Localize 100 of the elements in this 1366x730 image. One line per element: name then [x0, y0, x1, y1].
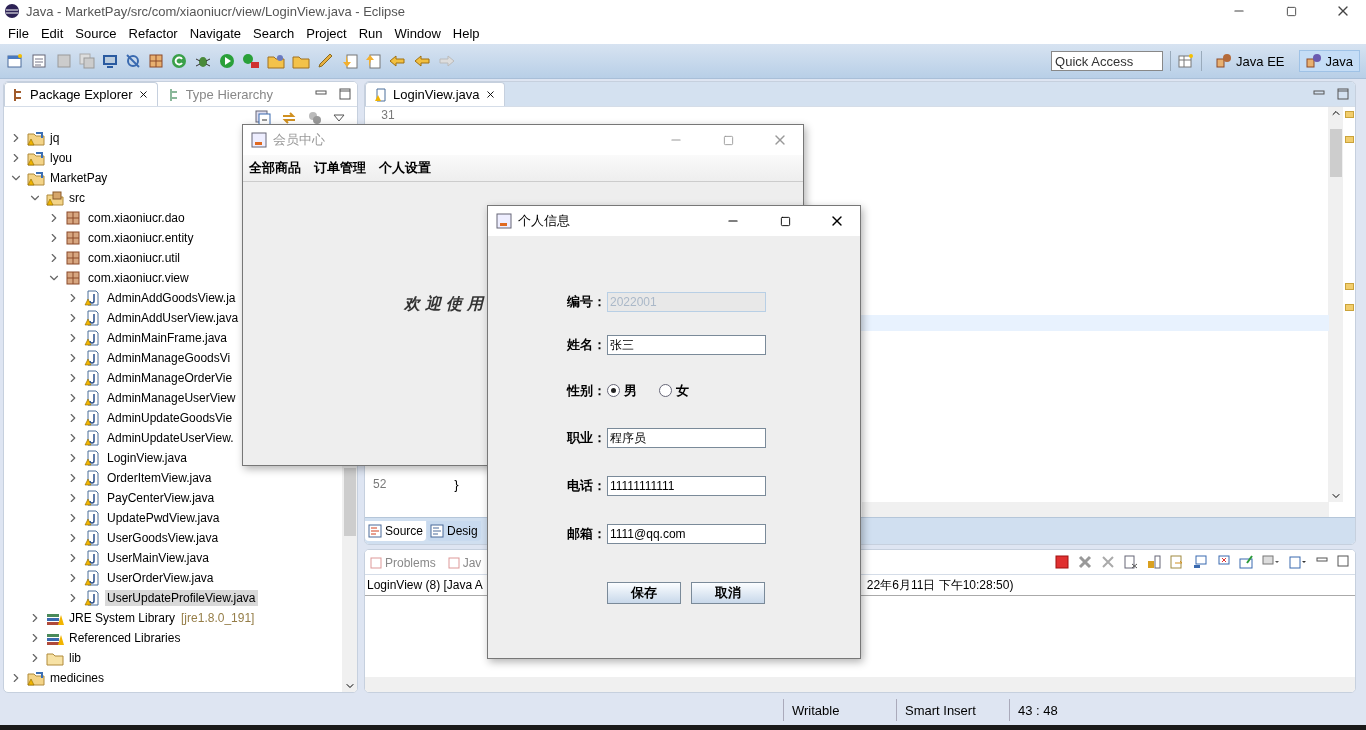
view-tab[interactable]: Package Explorer — [4, 82, 158, 106]
clear-console-icon[interactable] — [1124, 555, 1138, 569]
tree-item[interactable]: PayCenterView.java — [105, 490, 217, 506]
menu-item[interactable]: 个人设置 — [379, 159, 431, 177]
dialog-button[interactable]: 保存 — [607, 582, 681, 604]
text-field[interactable]: 张三 — [607, 335, 766, 355]
tree-item[interactable]: com.xiaoniucr.entity — [86, 230, 196, 246]
tree-item[interactable]: medicines — [48, 670, 107, 686]
editor-mode-tab[interactable]: Desig — [427, 521, 481, 541]
word-wrap-icon[interactable] — [1170, 555, 1184, 569]
view-tab[interactable]: Type Hierarchy — [159, 82, 283, 106]
tree-item[interactable]: lib — [67, 650, 83, 666]
radio-button[interactable] — [607, 384, 620, 397]
close-tab-icon[interactable] — [137, 89, 149, 100]
back-arrow-icon[interactable] — [413, 53, 431, 69]
scroll-lock-icon[interactable] — [1147, 555, 1161, 569]
perspective-button[interactable]: Java EE — [1209, 50, 1292, 72]
overview-marker[interactable] — [1344, 111, 1354, 118]
link-editor-icon[interactable] — [281, 109, 297, 126]
open-folder-icon[interactable] — [267, 53, 285, 69]
tree-item[interactable]: com.xiaoniucr.view — [86, 270, 191, 286]
tree-item[interactable]: AdminUpdateGoodsVie — [105, 410, 235, 426]
scrollbar-thumb[interactable] — [1329, 129, 1342, 177]
minimize-icon[interactable] — [1316, 555, 1328, 565]
tree-item[interactable]: src — [67, 190, 87, 206]
menu-item[interactable]: Search — [247, 25, 301, 41]
next-annotation-icon[interactable] — [342, 53, 358, 69]
remove-all-icon[interactable] — [1101, 555, 1115, 569]
tree-item[interactable]: OrderItemView.java — [105, 470, 214, 486]
tree-item[interactable]: AdminAddUserView.java — [105, 310, 241, 326]
tree-item[interactable]: jq — [48, 130, 62, 146]
menu-item[interactable]: Run — [352, 25, 389, 41]
tree-item[interactable]: AdminManageGoodsVi — [105, 350, 233, 366]
scrollbar-thumb[interactable] — [343, 468, 356, 536]
view-menu-icon[interactable] — [333, 112, 345, 123]
tree-item[interactable]: AdminMainFrame.java — [105, 330, 230, 346]
collapse-all-icon[interactable] — [255, 109, 271, 126]
grid-icon[interactable] — [148, 53, 164, 69]
last-edit-icon[interactable] — [388, 53, 406, 69]
view-tab[interactable]: Problems — [365, 550, 441, 574]
refresh-icon[interactable] — [171, 53, 187, 69]
tree-item[interactable]: LoginView.java — [105, 450, 189, 466]
menu-item[interactable]: Window — [388, 25, 447, 41]
overview-marker[interactable] — [1344, 304, 1354, 311]
tree-item[interactable]: UpdatePwdView.java — [105, 510, 222, 526]
editor-tab[interactable]: LoginView.java — [365, 82, 505, 106]
maximize-icon[interactable] — [779, 215, 791, 227]
menu-item[interactable]: Navigate — [183, 25, 247, 41]
open-perspective-icon[interactable] — [1178, 53, 1195, 69]
run-icon[interactable] — [219, 53, 235, 69]
radio-option[interactable]: 女 — [659, 381, 689, 400]
show-output-icon[interactable] — [1193, 555, 1207, 569]
dialog-button[interactable]: 取消 — [691, 582, 765, 604]
tree-item[interactable]: AdminAddGoodsView.ja — [105, 290, 238, 306]
pin-icon[interactable] — [1239, 555, 1253, 569]
text-field[interactable]: 11111111111 — [607, 476, 766, 496]
filter-icon[interactable] — [307, 109, 323, 126]
tree-item[interactable]: UserGoodsView.java — [105, 530, 221, 546]
horizontal-scrollbar[interactable] — [365, 677, 1355, 692]
terminate-icon[interactable] — [1055, 555, 1069, 569]
text-field[interactable]: 1111@qq.com — [607, 524, 766, 544]
tree-item[interactable]: JRE System Library — [67, 610, 178, 626]
tree-item[interactable]: UserUpdateProfileView.java — [105, 590, 258, 606]
radio-option[interactable]: 男 — [607, 381, 637, 400]
menu-item[interactable]: 订单管理 — [314, 159, 366, 177]
overview-marker[interactable] — [1344, 136, 1354, 143]
menu-item[interactable]: Edit — [34, 25, 70, 41]
minimize-icon[interactable] — [315, 88, 327, 98]
text-field[interactable]: 程序员 — [607, 428, 766, 448]
overview-marker[interactable] — [1344, 283, 1354, 290]
menu-item[interactable]: File — [2, 25, 35, 41]
tree-item[interactable]: UserOrderView.java — [105, 570, 216, 586]
prev-annotation-icon[interactable] — [365, 53, 381, 69]
perspective-button[interactable]: Java — [1298, 50, 1360, 72]
new-class-icon[interactable] — [31, 53, 49, 69]
tree-item[interactable]: AdminManageUserView — [105, 390, 238, 406]
maximize-icon[interactable] — [1285, 5, 1297, 17]
menu-item[interactable]: Refactor — [122, 25, 184, 41]
tree-item[interactable]: com.xiaoniucr.util — [86, 250, 183, 266]
quick-access-field[interactable]: Quick Access — [1051, 51, 1164, 71]
menu-item[interactable]: 全部商品 — [249, 159, 301, 177]
menu-item[interactable]: Project — [300, 25, 353, 41]
view-tab[interactable]: Jav — [442, 550, 487, 574]
menu-item[interactable]: Help — [446, 25, 486, 41]
tree-item[interactable]: lyou — [48, 150, 74, 166]
pen-icon[interactable] — [317, 53, 335, 69]
minimize-icon[interactable] — [1313, 88, 1325, 98]
close-tab-icon[interactable] — [484, 89, 496, 100]
open-console-icon[interactable] — [1289, 555, 1307, 569]
tree-item[interactable]: com.xiaoniucr.dao — [86, 210, 187, 226]
monitor-icon[interactable] — [102, 53, 118, 69]
tree-item[interactable]: AdminUpdateUserView. — [105, 430, 236, 446]
remove-launch-icon[interactable] — [1078, 555, 1092, 569]
editor-mode-tab[interactable]: Source — [365, 521, 427, 541]
menu-item[interactable]: Source — [69, 25, 123, 41]
tree-item[interactable]: Referenced Libraries — [67, 630, 183, 646]
horizontal-scrollbar[interactable] — [862, 502, 1329, 517]
skip-breakpoints-icon[interactable] — [125, 53, 141, 69]
radio-button[interactable] — [659, 384, 672, 397]
tree-item[interactable]: UserMainView.java — [105, 550, 211, 566]
